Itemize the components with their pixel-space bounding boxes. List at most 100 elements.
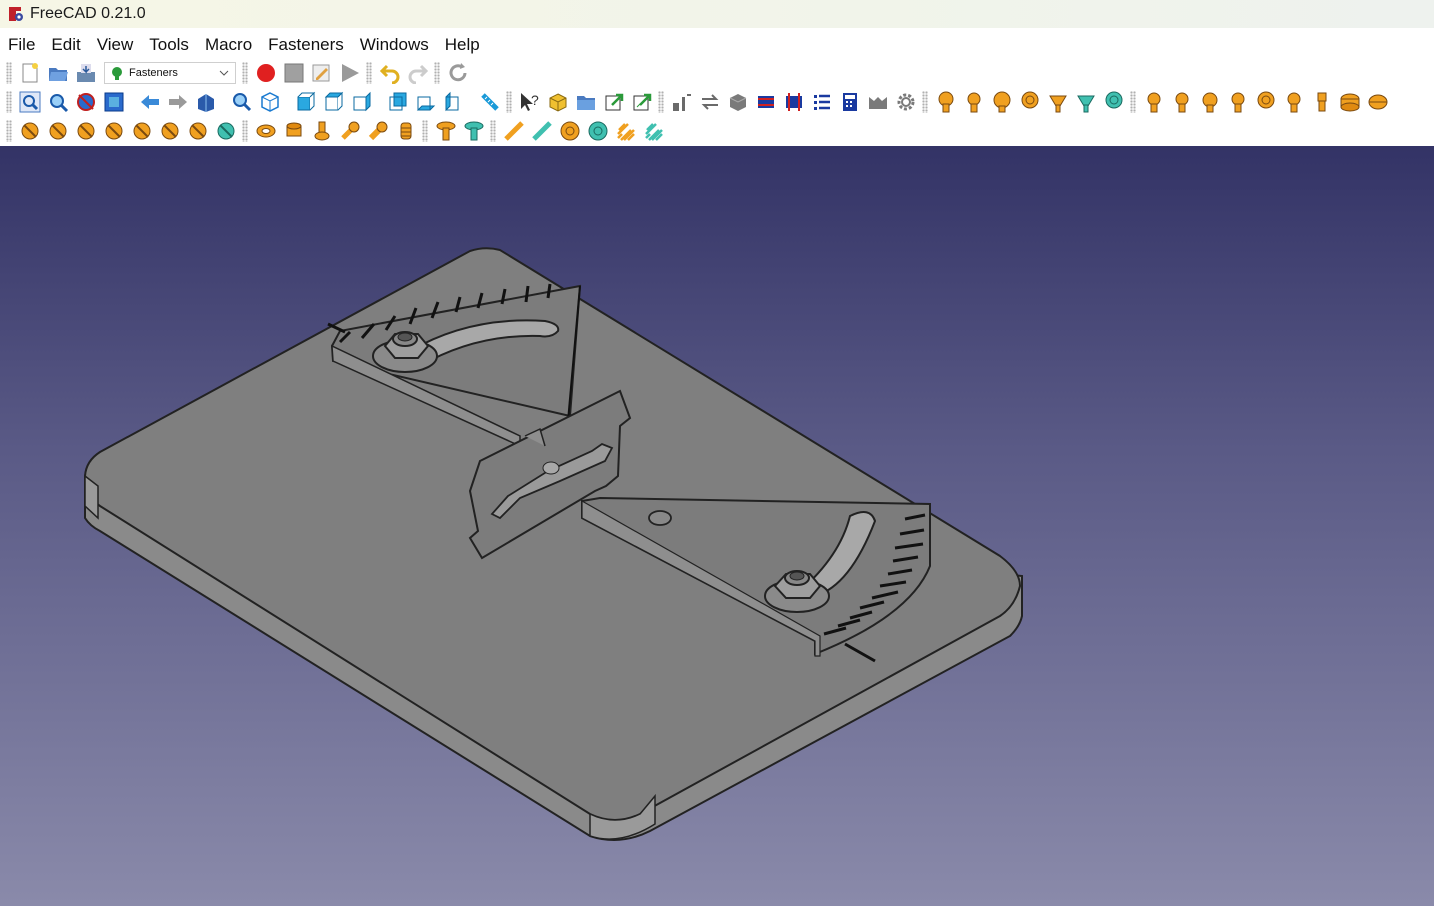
washer-icon[interactable]: [252, 118, 280, 144]
bottom-view-icon[interactable]: [412, 89, 440, 115]
link-actions-icon[interactable]: [628, 89, 656, 115]
rivet-teal-icon[interactable]: [460, 118, 488, 144]
menu-edit[interactable]: Edit: [43, 30, 88, 60]
screw-slotted-icon[interactable]: [16, 118, 44, 144]
toolbar-grip[interactable]: [422, 120, 428, 142]
redo-icon[interactable]: [404, 60, 432, 86]
menu-tools[interactable]: Tools: [141, 30, 197, 60]
stop-macro-icon[interactable]: [280, 60, 308, 86]
undo-icon[interactable]: [376, 60, 404, 86]
fastener-nut-icon[interactable]: [1336, 89, 1364, 115]
toolbar-grip[interactable]: [242, 62, 248, 84]
insert-icon[interactable]: [392, 118, 420, 144]
right-view-icon[interactable]: [348, 89, 376, 115]
new-file-icon[interactable]: [16, 60, 44, 86]
zoom-icon[interactable]: [228, 89, 256, 115]
toolbar-grip[interactable]: [506, 91, 512, 113]
open-file-icon[interactable]: [44, 60, 72, 86]
fastener-nut-icon[interactable]: [1252, 89, 1280, 115]
fastener-nut-icon[interactable]: [1168, 89, 1196, 115]
toolbar-grip[interactable]: [6, 120, 12, 142]
fit-selection-icon[interactable]: [44, 89, 72, 115]
threaded-rod-teal-icon[interactable]: [528, 118, 556, 144]
bolt-blue-icon[interactable]: [752, 89, 780, 115]
screw-slotted-teal-icon[interactable]: [212, 118, 240, 144]
fastener-nut-icon[interactable]: [1308, 89, 1336, 115]
bolt-red-icon[interactable]: [780, 89, 808, 115]
rear-view-icon[interactable]: [384, 89, 412, 115]
toolbar-grip[interactable]: [1130, 91, 1136, 113]
fastener-screw-icon[interactable]: [1100, 89, 1128, 115]
calculator-icon[interactable]: [836, 89, 864, 115]
screw-slotted-icon[interactable]: [44, 118, 72, 144]
left-view-icon[interactable]: [440, 89, 468, 115]
bounding-box-icon[interactable]: [100, 89, 128, 115]
run-macro-icon[interactable]: [336, 60, 364, 86]
insert-icon[interactable]: [364, 118, 392, 144]
refresh-icon[interactable]: [444, 60, 472, 86]
fastener-nut-icon[interactable]: [1140, 89, 1168, 115]
menu-view[interactable]: View: [89, 30, 142, 60]
toolbar-grip[interactable]: [366, 62, 372, 84]
flip-arrows-icon[interactable]: [696, 89, 724, 115]
edit-macro-icon[interactable]: [308, 60, 336, 86]
group-folder-icon[interactable]: [572, 89, 600, 115]
rivet-icon[interactable]: [432, 118, 460, 144]
fastener-screw-icon[interactable]: [1072, 89, 1100, 115]
toolbar-grip[interactable]: [242, 120, 248, 142]
menu-help[interactable]: Help: [437, 30, 488, 60]
screw-slotted-icon[interactable]: [128, 118, 156, 144]
measure-icon[interactable]: [476, 89, 504, 115]
forward-arrow-icon[interactable]: [164, 89, 192, 115]
whats-this-icon[interactable]: ?: [516, 89, 544, 115]
toolbar-grip[interactable]: [6, 91, 12, 113]
link-icon[interactable]: [600, 89, 628, 115]
back-arrow-icon[interactable]: [136, 89, 164, 115]
front-view-icon[interactable]: [292, 89, 320, 115]
menu-fasteners[interactable]: Fasteners: [260, 30, 352, 60]
fastener-nut-icon[interactable]: [1196, 89, 1224, 115]
stretch-icon[interactable]: [668, 89, 696, 115]
sync-view-icon[interactable]: [192, 89, 220, 115]
insert-icon[interactable]: [336, 118, 364, 144]
fastener-screw-icon[interactable]: [932, 89, 960, 115]
save-file-icon[interactable]: [72, 60, 100, 86]
spring-teal-icon[interactable]: [640, 118, 668, 144]
fastener-nut-icon[interactable]: [1224, 89, 1252, 115]
toolbar-grip[interactable]: [434, 62, 440, 84]
toolbar-grip[interactable]: [922, 91, 928, 113]
fastener-screw-icon[interactable]: [960, 89, 988, 115]
toolbar-grip[interactable]: [6, 62, 12, 84]
threaded-rod-icon[interactable]: [500, 118, 528, 144]
isometric-view-icon[interactable]: [256, 89, 284, 115]
fastener-screw-icon[interactable]: [1016, 89, 1044, 115]
fastener-screw-icon[interactable]: [988, 89, 1016, 115]
pin-icon[interactable]: [308, 118, 336, 144]
menu-file[interactable]: File: [0, 30, 43, 60]
m-shape-icon[interactable]: [864, 89, 892, 115]
parts-list-icon[interactable]: [808, 89, 836, 115]
disc-teal-icon[interactable]: [584, 118, 612, 144]
workbench-selector[interactable]: Fasteners: [104, 62, 236, 84]
fit-all-icon[interactable]: [16, 89, 44, 115]
toolbar-grip[interactable]: [490, 120, 496, 142]
screw-slotted-icon[interactable]: [156, 118, 184, 144]
screw-slotted-icon[interactable]: [184, 118, 212, 144]
screw-slotted-icon[interactable]: [100, 118, 128, 144]
gear-icon[interactable]: [892, 89, 920, 115]
fastener-nut-icon[interactable]: [1280, 89, 1308, 115]
part-icon[interactable]: [544, 89, 572, 115]
nut-icon[interactable]: [280, 118, 308, 144]
draw-style-icon[interactable]: [72, 89, 100, 115]
screw-slotted-icon[interactable]: [72, 118, 100, 144]
toolbar-grip[interactable]: [658, 91, 664, 113]
fastener-nut-icon[interactable]: [1364, 89, 1392, 115]
disc-icon[interactable]: [556, 118, 584, 144]
spring-icon[interactable]: [612, 118, 640, 144]
menu-macro[interactable]: Macro: [197, 30, 260, 60]
menu-windows[interactable]: Windows: [352, 30, 437, 60]
fastener-screw-icon[interactable]: [1044, 89, 1072, 115]
top-view-icon[interactable]: [320, 89, 348, 115]
shape-cube-icon[interactable]: [724, 89, 752, 115]
3d-viewport[interactable]: [0, 146, 1434, 906]
